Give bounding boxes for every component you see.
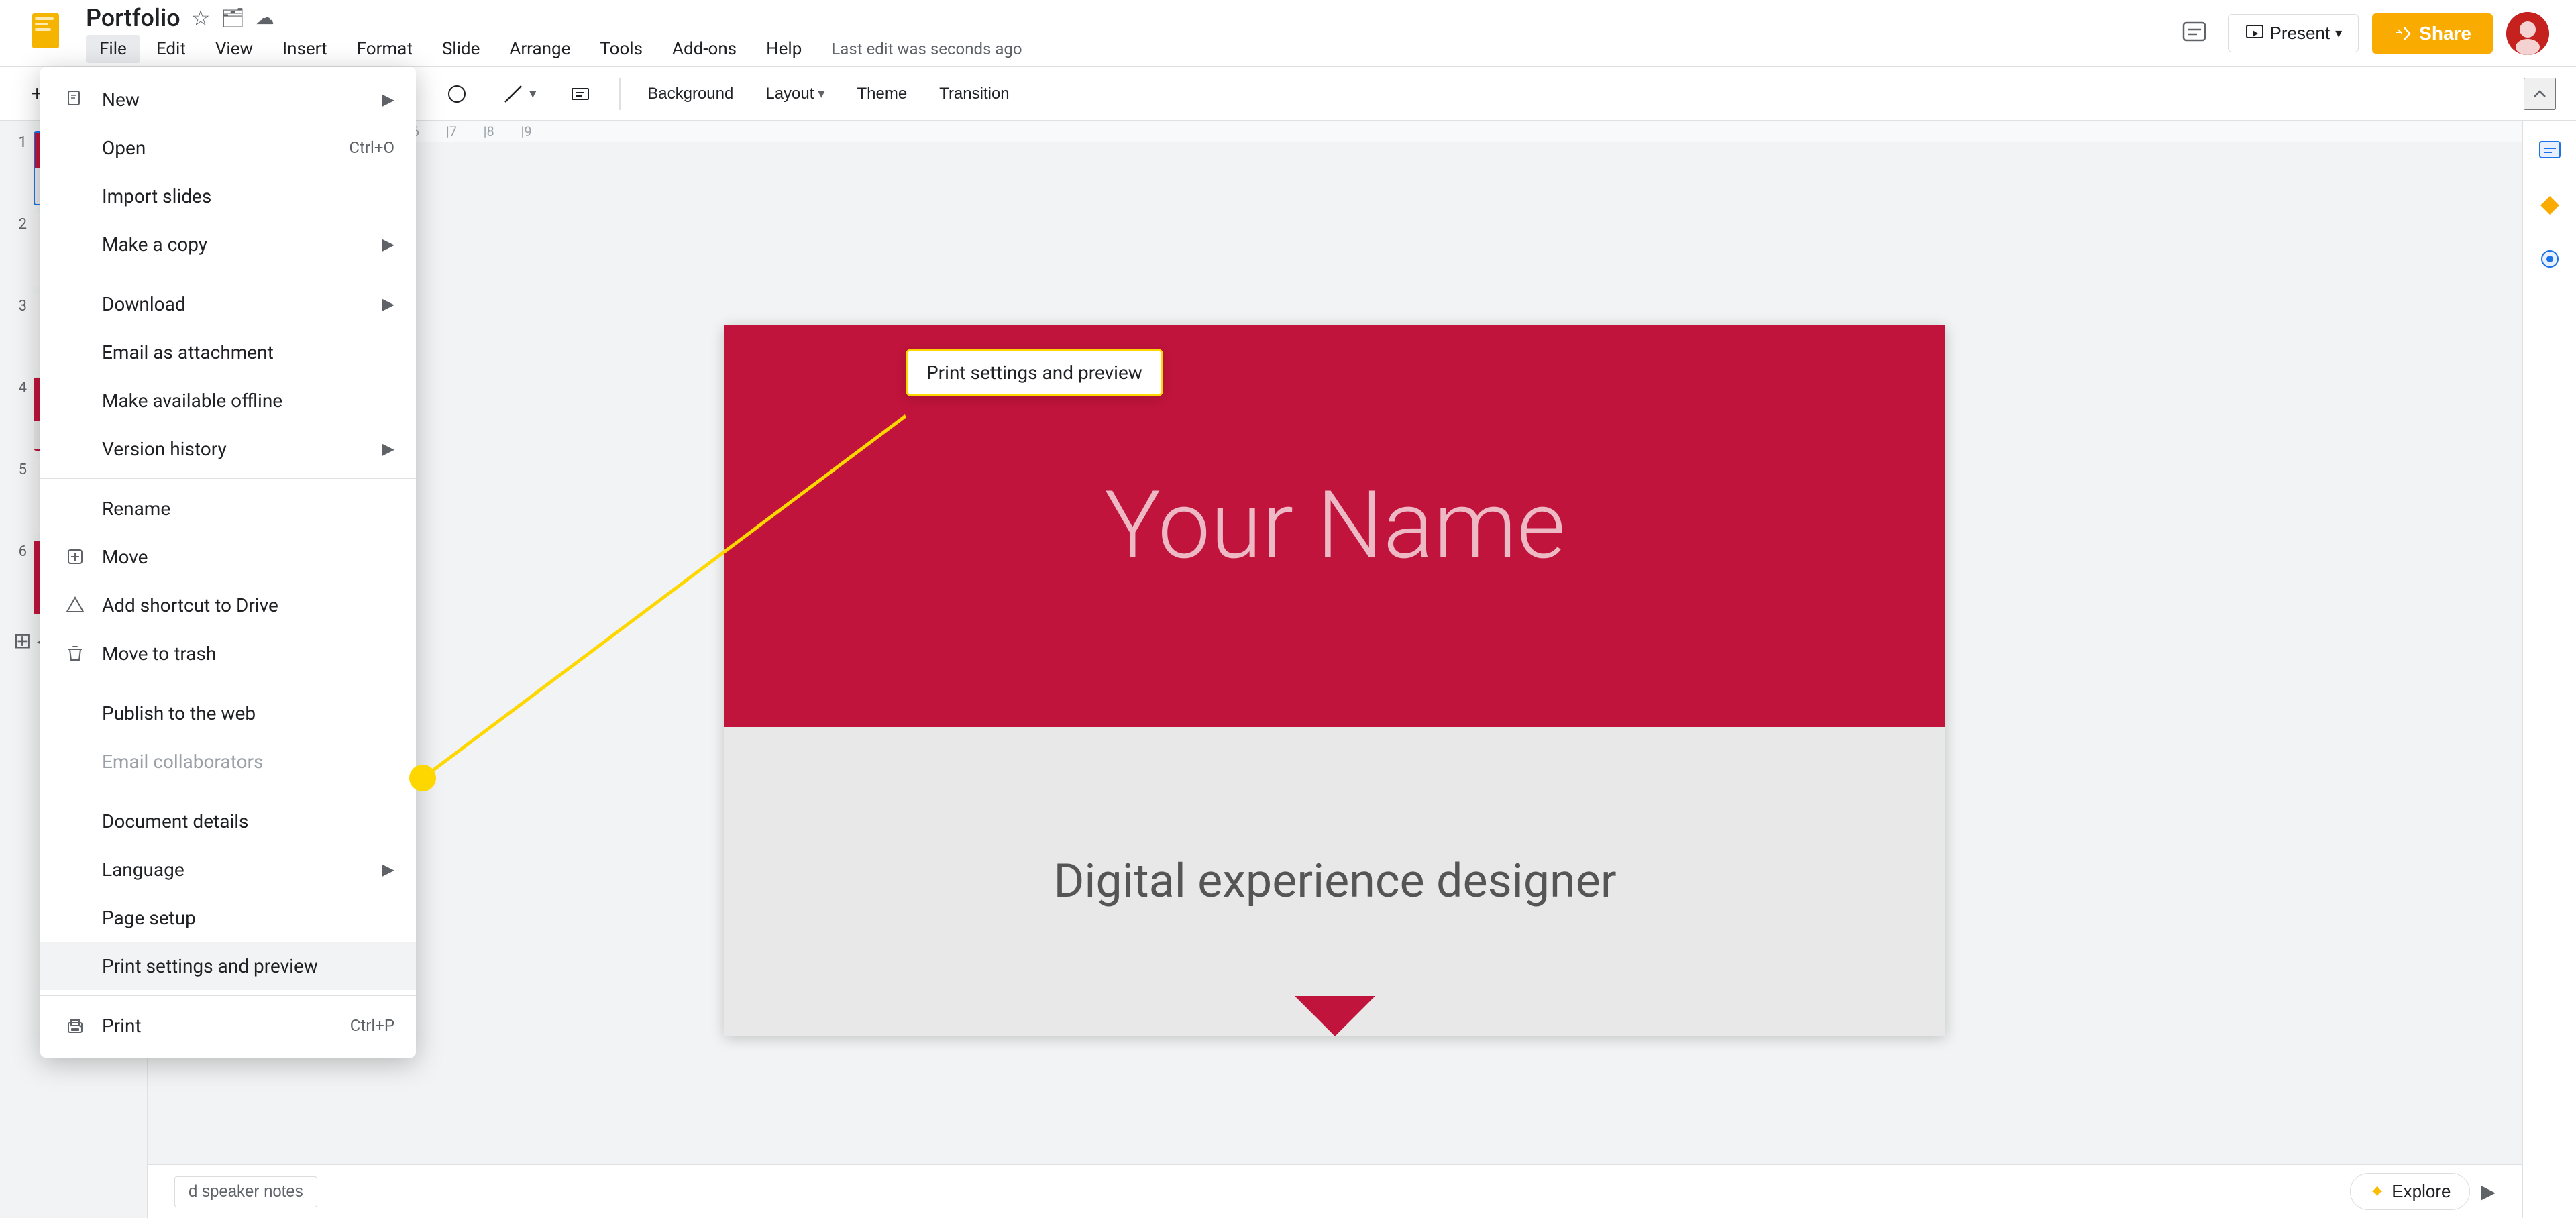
cloud-icon[interactable]: ☁ [256, 7, 274, 29]
menu-item-version-history[interactable]: Version history ▶ [40, 425, 416, 473]
title-area: Portfolio ☆ 🗂 ☁ File Edit View Insert Fo… [86, 4, 2174, 63]
slide-chevron [724, 996, 1945, 1036]
title-icons: ☆ 🗂 ☁ [191, 5, 274, 31]
shape-button[interactable] [434, 76, 480, 111]
explore-button[interactable]: ✦ Explore [2350, 1173, 2471, 1210]
menu-item-print-settings[interactable]: Print settings and preview [40, 942, 416, 990]
file-menu: New ▶ Open Ctrl+O Import slides Make a c… [40, 67, 416, 1058]
present-button[interactable]: Present ▾ [2228, 14, 2359, 52]
print-icon [62, 1012, 89, 1039]
menu-tools[interactable]: Tools [586, 35, 656, 63]
menu-item-email-attachment[interactable]: Email as attachment [40, 328, 416, 376]
speaker-notes-button[interactable]: d speaker notes [174, 1176, 317, 1207]
menu-help[interactable]: Help [753, 35, 815, 63]
menu-file[interactable]: File [86, 35, 140, 63]
menu-item-open[interactable]: Open Ctrl+O [40, 123, 416, 172]
slide-title: Your Name [1104, 471, 1565, 581]
annotation-tooltip: Print settings and preview [906, 349, 1163, 396]
bottom-right: ✦ Explore ▶ [2350, 1173, 2496, 1210]
slide-subtitle: Digital experience designer [1053, 854, 1616, 909]
folder-icon[interactable]: 🗂 [221, 7, 245, 29]
layout-button[interactable]: Layout ▾ [755, 79, 835, 109]
menu-divider-5 [40, 995, 416, 996]
menu-arrange[interactable]: Arrange [496, 35, 584, 63]
ruler-horizontal: |1 |2 |3 |4 |5 |6 |7 |8 |9 [148, 121, 2522, 142]
right-sidebar-chat[interactable] [2530, 131, 2570, 172]
menu-format[interactable]: Format [343, 35, 426, 63]
slide-canvas[interactable]: Your Name Digital experience designer [724, 325, 1945, 1036]
open-icon [62, 134, 89, 161]
app-icon [27, 12, 70, 55]
menu-item-import-slides[interactable]: Import slides [40, 172, 416, 220]
bottom-left: d speaker notes [174, 1176, 317, 1207]
slide-bottom-section: Digital experience designer [724, 727, 1945, 1036]
menu-slide[interactable]: Slide [429, 35, 494, 63]
right-sidebar [2522, 121, 2576, 1218]
share-button[interactable]: Share [2372, 13, 2493, 54]
background-button[interactable]: Background [637, 79, 744, 109]
present-dropdown-arrow[interactable]: ▾ [2335, 25, 2342, 42]
line-button[interactable]: ▾ [490, 76, 547, 111]
top-bar: Portfolio ☆ 🗂 ☁ File Edit View Insert Fo… [0, 0, 2576, 67]
slide-canvas-wrap: Your Name Digital experience designer [148, 142, 2522, 1218]
canvas-area: |1 |2 |3 |4 |5 |6 |7 |8 |9 Your Name [148, 121, 2522, 1218]
menu-item-move[interactable]: Move [40, 533, 416, 581]
menu-item-print[interactable]: Print Ctrl+P [40, 1001, 416, 1050]
doc-title[interactable]: Portfolio [86, 4, 180, 32]
move-icon [62, 543, 89, 570]
menu-edit[interactable]: Edit [143, 35, 199, 63]
menu-item-page-setup[interactable]: Page setup [40, 893, 416, 942]
expand-notes-button[interactable]: ▶ [2481, 1180, 2496, 1203]
menu-divider-2 [40, 478, 416, 479]
menu-item-trash[interactable]: Move to trash [40, 629, 416, 677]
collapse-toolbar-button[interactable] [2524, 78, 2556, 110]
new-icon [62, 86, 89, 113]
menu-insert[interactable]: Insert [269, 35, 341, 63]
menu-item-document-details[interactable]: Document details [40, 797, 416, 845]
chat-button[interactable] [2174, 13, 2214, 54]
last-edit: Last edit was seconds ago [831, 40, 1022, 58]
menu-addons[interactable]: Add-ons [659, 35, 750, 63]
top-right: Present ▾ Share [2174, 12, 2549, 55]
menu-item-publish-web[interactable]: Publish to the web [40, 689, 416, 737]
drive-icon [62, 592, 89, 618]
menu-item-download[interactable]: Download ▶ [40, 280, 416, 328]
menu-bar: File Edit View Insert Format Slide Arran… [86, 35, 2174, 63]
avatar[interactable] [2506, 12, 2549, 55]
menu-item-email-collaborators: Email collaborators [40, 737, 416, 785]
toolbar-right [2524, 78, 2556, 110]
menu-item-rename[interactable]: Rename [40, 484, 416, 533]
trash-icon [62, 640, 89, 667]
star-icon[interactable]: ☆ [191, 5, 211, 31]
menu-view[interactable]: View [202, 35, 266, 63]
menu-item-make-copy[interactable]: Make a copy ▶ [40, 220, 416, 268]
textbox-button[interactable] [557, 76, 603, 111]
add-slide-button[interactable]: ⊞ [13, 628, 32, 653]
toolbar-separator-3 [619, 78, 621, 110]
menu-item-add-shortcut[interactable]: Add shortcut to Drive [40, 581, 416, 629]
bottom-status-bar: d speaker notes ✦ Explore ▶ [148, 1164, 2522, 1218]
menu-item-offline[interactable]: Make available offline [40, 376, 416, 425]
right-sidebar-explore[interactable] [2530, 185, 2570, 225]
right-sidebar-settings[interactable] [2530, 239, 2570, 279]
transition-button[interactable]: Transition [928, 79, 1020, 109]
menu-item-language[interactable]: Language ▶ [40, 845, 416, 893]
menu-item-new[interactable]: New ▶ [40, 75, 416, 123]
theme-button[interactable]: Theme [846, 79, 918, 109]
